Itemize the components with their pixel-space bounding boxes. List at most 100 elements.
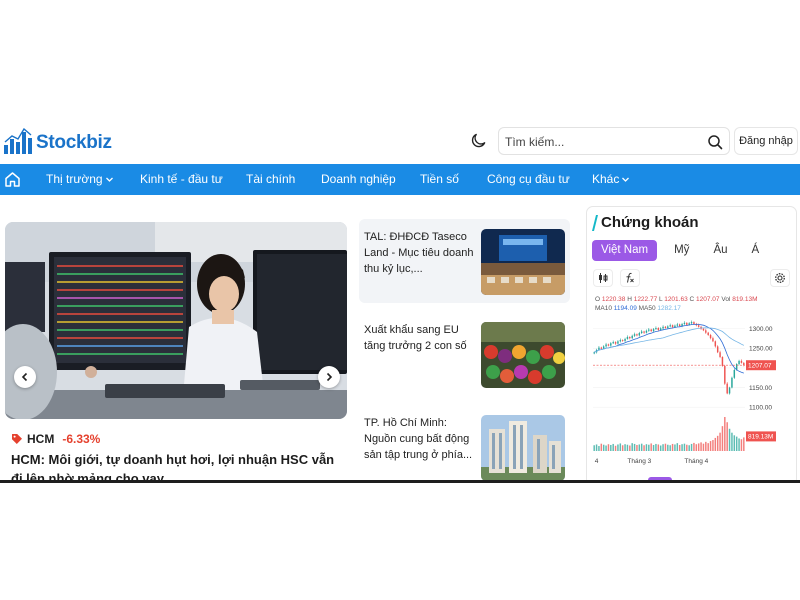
nav-item-kinh-te-dau-tu[interactable]: Kinh tế - đầu tư (140, 164, 223, 195)
volume-bar (631, 443, 633, 451)
tab-viet-nam[interactable]: Việt Nam (592, 240, 658, 261)
tag-icon (12, 434, 22, 444)
candle-body (650, 329, 652, 332)
tab-a[interactable]: Á (743, 240, 769, 261)
candle-body (624, 338, 626, 341)
volume-bar (638, 444, 641, 451)
candle-body (640, 331, 643, 334)
candle-body (617, 341, 619, 344)
volume-tag: 819.13M (746, 431, 776, 442)
logo-bars-icon (4, 128, 32, 154)
nav-item-tien-so[interactable]: Tiền số (420, 164, 459, 195)
candle-body (738, 360, 740, 365)
indicator-button[interactable] (620, 269, 640, 287)
candle-body (669, 325, 671, 327)
candle-body (600, 347, 603, 349)
volume-bar (648, 444, 650, 451)
search-icon[interactable] (707, 134, 723, 150)
volume-bar (712, 440, 714, 451)
candle-body (697, 325, 700, 327)
hero-prev-button[interactable] (14, 366, 36, 388)
volume-bar (595, 444, 598, 451)
candlestick-icon (599, 273, 608, 283)
candle-body (655, 327, 657, 330)
login-button[interactable]: Đăng nhập (734, 127, 798, 155)
candle-body (619, 340, 622, 342)
panel-title-text: Chứng khoán (601, 214, 699, 231)
candle-body (733, 369, 736, 378)
candle-body (614, 342, 617, 344)
volume-bar (690, 443, 693, 451)
chevron-right-icon (326, 372, 333, 382)
candle-body (636, 334, 638, 336)
x-tick-label: Tháng 3 (627, 458, 651, 465)
candle-body (626, 336, 629, 339)
function-icon (626, 272, 634, 283)
volume-bar (655, 443, 657, 451)
news-item-eu-export[interactable]: Xuất khẩu sang EU tăng trưởng 2 con số (359, 312, 570, 396)
news-photo (481, 415, 565, 481)
candle-body (743, 362, 745, 366)
nav-item-label: Kinh tế - đầu tư (140, 172, 223, 186)
chevron-down-icon (622, 177, 630, 182)
gear-icon (775, 273, 785, 283)
volume-label: 819.13M (748, 434, 773, 441)
header: Stockbiz Đăng nhập (0, 118, 800, 162)
hero-headline[interactable]: HCM: Môi giới, tự doanh hụt hơi, lợi nhu… (11, 450, 341, 481)
volume-bar (598, 446, 600, 451)
home-icon[interactable] (4, 171, 21, 188)
candle-body (621, 340, 624, 341)
hero-ticker-tag[interactable]: HCM -6.33% (11, 431, 100, 447)
candle-body (667, 326, 669, 328)
tab-au[interactable]: Âu (704, 240, 736, 261)
nav-item-label: Doanh nghiệp (321, 172, 396, 186)
candle-body (674, 325, 676, 328)
volume-bar (593, 445, 595, 451)
volume-bar (735, 436, 738, 451)
nav-item-thi-truong[interactable]: Thị trường (46, 164, 114, 195)
moon-icon[interactable] (470, 131, 488, 149)
volume-bar (733, 435, 736, 451)
volume-bar (671, 443, 674, 451)
volume-bar (740, 439, 743, 451)
candle-body (657, 327, 660, 330)
volume-bar (626, 444, 629, 451)
y-tick-label: 1250.00 (749, 346, 773, 353)
volume-bar (705, 441, 707, 451)
volume-bar (607, 444, 610, 451)
candle-body (731, 377, 733, 388)
tab-my[interactable]: Mỹ (665, 240, 698, 261)
candle-body (648, 329, 650, 331)
nav-item-cong-cu-dau-tu[interactable]: Công cụ đầu tư (487, 164, 570, 195)
volume-bar (707, 443, 709, 451)
search-input[interactable] (505, 133, 701, 151)
news-item-tal[interactable]: TAL: ĐHĐCĐ Taseco Land - Mục tiêu doanh … (359, 219, 570, 303)
candle-body (607, 344, 610, 346)
candle-type-button[interactable] (593, 269, 613, 287)
candle-body (714, 341, 717, 347)
volume-bar (726, 422, 728, 451)
chart-settings-button[interactable] (770, 269, 790, 287)
volume-bar (664, 443, 667, 451)
candle-body (686, 322, 688, 325)
hero-next-button[interactable] (318, 366, 340, 388)
logo[interactable]: Stockbiz (4, 126, 112, 154)
candle-body (659, 328, 662, 330)
nav-item-khac[interactable]: Khác (592, 164, 630, 195)
news-title: TAL: ĐHĐCĐ Taseco Land - Mục tiêu doanh … (364, 231, 474, 275)
candle-body (707, 332, 709, 336)
nav-item-doanh-nghiep[interactable]: Doanh nghiệp (321, 164, 396, 195)
volume-bar (640, 443, 643, 451)
volume-bar (681, 444, 683, 451)
candle-body (652, 329, 655, 332)
news-item-tphcm-bds[interactable]: TP. Hồ Chí Minh: Nguồn cung bất động sản… (359, 405, 570, 481)
price-chart[interactable]: 1300.001250.001200.001150.001100.00 4Thá… (591, 311, 793, 471)
ma10-line (594, 323, 744, 374)
candle-body (631, 335, 633, 339)
h-label: H (627, 296, 632, 303)
nav-item-tai-chinh[interactable]: Tài chính (246, 164, 295, 195)
hero-image[interactable] (5, 222, 347, 419)
nav-item-label: Tài chính (246, 172, 296, 186)
panel-title: Chứng khoán (592, 214, 699, 231)
volume-bar (728, 428, 731, 451)
